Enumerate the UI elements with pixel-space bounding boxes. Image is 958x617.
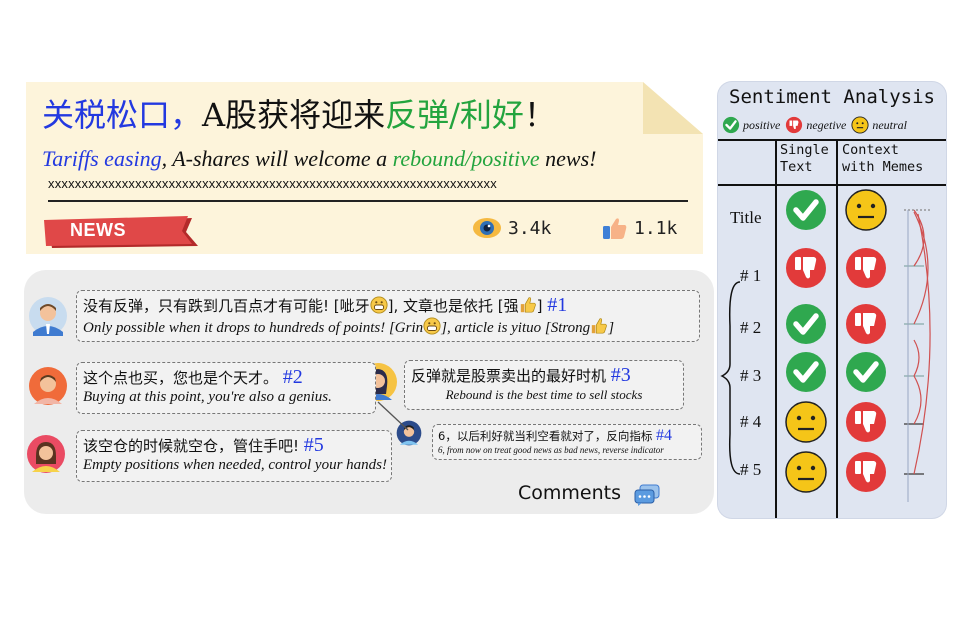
comment-2-chinese: 这个点也买，您也是个天才。 #2 (83, 366, 369, 389)
comment-5-cn-text: 该空仓的时候就空仓，管住手吧! (83, 437, 300, 455)
row-label-4: # 4 (740, 412, 762, 431)
comment-5-chinese: 该空仓的时候就空仓，管住手吧! #5 (83, 434, 385, 457)
comment-1: 没有反弹，只有跌到几百点才有可能! [呲牙 ], 文章也是依托 [强] #1 On… (76, 290, 700, 342)
col-head-single-line1: Single (780, 142, 829, 158)
thumbs-up-icon (603, 218, 627, 239)
news-card: 关税松口，A股获将迎来反弹/利好！ Tariffs easing, A-shar… (26, 82, 703, 254)
likes-count: 1.1k (634, 217, 678, 239)
thumbs-up-emoji-icon (591, 318, 608, 334)
title-cn-part3: 反弹/利好 (385, 96, 524, 134)
views-stat: 3.4k (472, 216, 551, 240)
positive-check-icon (846, 352, 886, 392)
comment-1-english: Only possible when it drops to hundreds … (83, 317, 693, 337)
comment-2-english: Buying at this point, you're also a geni… (83, 389, 332, 405)
title-cn-part2: A股获将迎来 (202, 96, 386, 134)
news-body-placeholder: xxxxxxxxxxxxxxxxxxxxxxxxxxxxxxxxxxxxxxxx… (48, 176, 497, 191)
thumbs-up-emoji-icon (520, 297, 536, 313)
col-head-context-memes: Context with Memes (842, 142, 923, 176)
col-head-single-line2: Text (780, 159, 813, 175)
comments-panel: 没有反弹，只有跌到几百点才有可能! [呲牙 ], 文章也是依托 [强] #1 On… (24, 270, 714, 514)
negative-thumbs-down-icon (846, 304, 886, 344)
title-en-part2: , A-shares will welcome a (161, 146, 393, 171)
chat-bubble-icon (634, 484, 660, 506)
negative-thumbs-down-icon (846, 452, 886, 492)
comment-5-number: #5 (303, 434, 324, 456)
title-cn-part1: 关税松口， (42, 96, 203, 134)
negative-thumbs-down-icon (846, 402, 886, 442)
likes-stat: 1.1k (602, 216, 677, 240)
comment-3-cn-text: 反弹就是股票卖出的最好时机 (411, 367, 607, 385)
comment-3: 反弹就是股票卖出的最好时机 #3 Rebound is the best tim… (404, 360, 684, 410)
comment-5-english: Empty positions when needed, control you… (83, 457, 387, 473)
neutral-face-icon (785, 451, 827, 493)
comment-1-chinese: 没有反弹，只有跌到几百点才有可能! [呲牙 ], 文章也是依托 [强] #1 (83, 294, 693, 317)
comment-2-cn-text: 这个点也买，您也是个天才。 (83, 369, 279, 387)
title-en-part4: news! (539, 146, 597, 171)
title-cn-part4: ！ (523, 96, 556, 134)
row-label-3: # 3 (740, 366, 762, 385)
positive-check-icon (786, 190, 826, 230)
avatar-user2 (29, 367, 67, 405)
row-label-5: # 5 (740, 460, 762, 479)
comment-1-cn-part1: 没有反弹，只有跌到几百点才有可能! [呲牙 (83, 297, 370, 315)
avatar-user1 (29, 297, 67, 336)
avatar-user5 (27, 435, 65, 473)
news-title-chinese: 关税松口，A股获将迎来反弹/利好！ (42, 90, 556, 136)
comment-4-english: 6, from now on treat good news as bad ne… (438, 445, 664, 455)
neutral-face-icon (785, 401, 827, 443)
news-tag-label: NEWS (70, 220, 126, 240)
eye-icon (473, 218, 501, 238)
row-label-title: Title (730, 208, 762, 227)
col-head-context-line2: with Memes (842, 159, 924, 175)
comment-4-cn-text: 6，以后利好就当利空看就对了，反向指标 (438, 429, 653, 443)
col-head-context-line1: Context (842, 142, 899, 158)
grin-emoji-icon (370, 296, 388, 314)
sentiment-panel: Sentiment Analysis positive negetive neu… (718, 82, 946, 518)
positive-check-icon (786, 304, 826, 344)
comment-5: 该空仓的时候就空仓，管住手吧! #5 Empty positions when … (76, 430, 392, 482)
comment-4: 6，以后利好就当利空看就对了，反向指标 #4 6, from now on tr… (432, 424, 702, 460)
grin-emoji-icon (423, 317, 441, 335)
comment-3-number: #3 (610, 364, 631, 386)
neutral-face-icon (845, 189, 887, 231)
positive-check-icon (786, 352, 826, 392)
comment-1-cn-part2: ], 文章也是依托 [强 (387, 297, 519, 315)
news-title-english: Tariffs easing, A-shares will welcome a … (42, 146, 597, 172)
row-label-1: # 1 (740, 266, 762, 285)
news-divider (48, 200, 688, 202)
col-head-single-text: Single Text (780, 142, 829, 176)
comment-2-number: #2 (282, 366, 303, 388)
comment-1-en-part3: ] (608, 320, 615, 336)
row-label-2: # 2 (740, 318, 762, 337)
comment-1-en-part1: Only possible when it drops to hundreds … (83, 320, 424, 336)
title-en-part3: rebound/positive (392, 146, 540, 171)
comment-1-cn-part3: ] (536, 297, 543, 315)
negative-thumbs-down-icon (846, 248, 886, 288)
comment-3-english: Rebound is the best time to sell stocks (445, 387, 643, 402)
title-en-part1: Tariffs easing (42, 146, 162, 171)
comment-4-chinese: 6，以后利好就当利空看就对了，反向指标 #4 (438, 427, 696, 445)
views-count: 3.4k (508, 217, 552, 239)
comment-1-en-part2: ], article is yituo [Strong (441, 320, 591, 336)
negative-thumbs-down-icon (786, 248, 826, 288)
comments-label: Comments (518, 482, 621, 504)
comment-2: 这个点也买，您也是个天才。 #2 Buying at this point, y… (76, 362, 376, 414)
comment-4-number: #4 (655, 427, 672, 444)
comment-1-number: #1 (547, 294, 568, 316)
comment-3-chinese: 反弹就是股票卖出的最好时机 #3 (411, 364, 677, 387)
